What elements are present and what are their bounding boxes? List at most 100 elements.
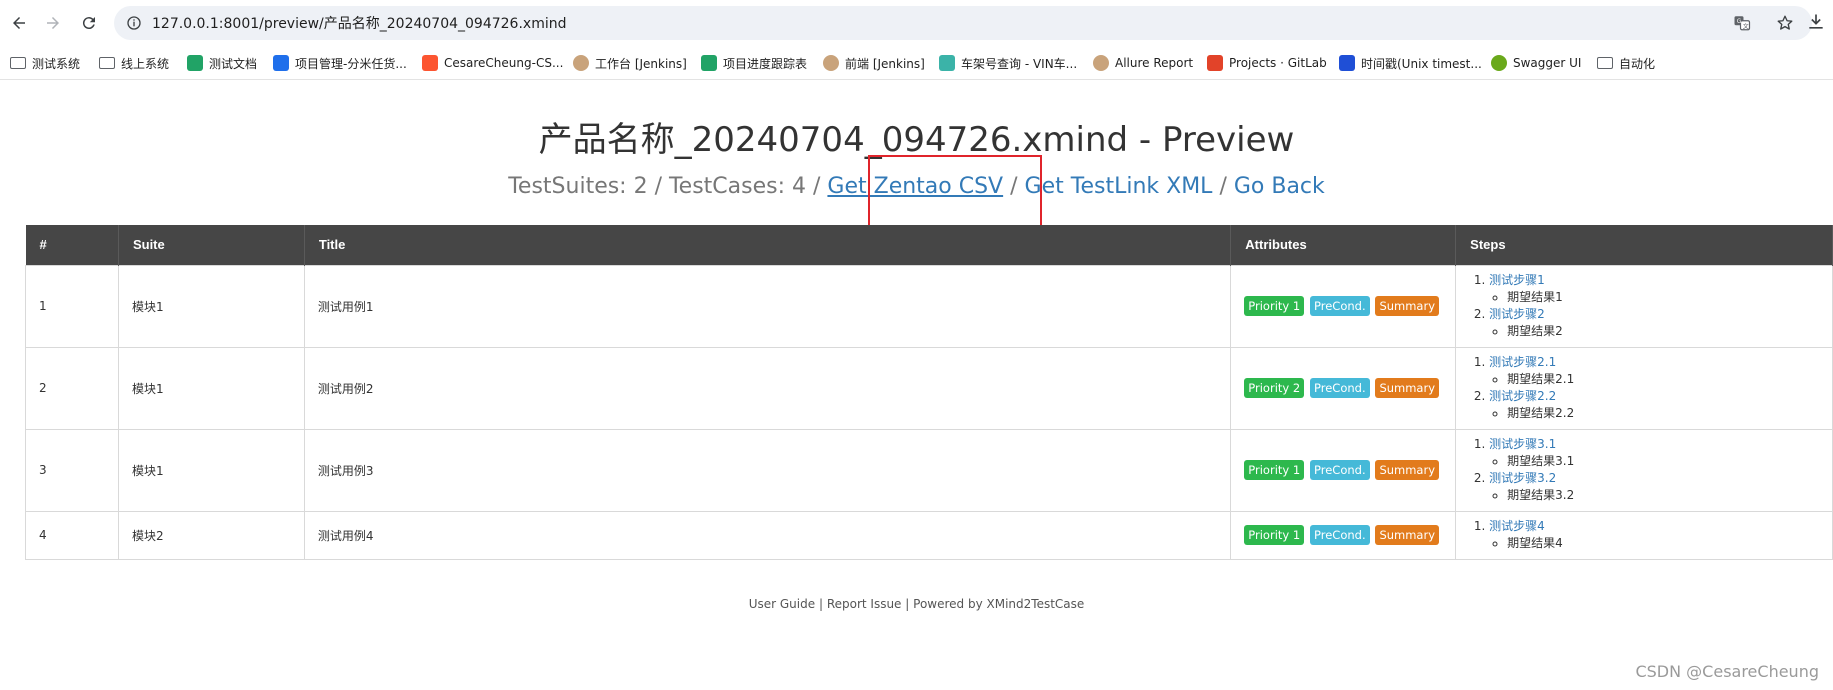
gitlab-icon [1207,55,1223,71]
expected-result: 期望结果2 [1507,323,1832,340]
bookmark-item[interactable]: 时间戳(Unix timest... [1339,54,1482,72]
bookmark-item[interactable]: 工作台 [Jenkins] [573,54,687,72]
expected-result: 期望结果3.2 [1507,487,1832,504]
footer-separator: | [905,597,910,611]
jenkins-icon [573,55,589,71]
download-icon[interactable] [1806,12,1826,32]
bookmark-item[interactable]: 项目进度跟踪表 [701,54,807,72]
bookmark-item[interactable]: 车架号查询 - VIN车... [939,54,1077,72]
bookmark-item[interactable]: 线上系统 [99,54,169,72]
column-header: # [25,225,119,265]
case-suite: 模块2 [117,510,305,560]
swagger-icon [1491,55,1507,71]
case-title: 测试用例2 [303,346,1232,430]
case-attributes: Priority 1 PreCond. Summary [1230,510,1457,560]
footer-separator: | [818,597,823,611]
case-attributes: Priority 1 PreCond. Summary [1230,264,1457,348]
arrow-right-icon [47,17,59,29]
case-suite: 模块1 [117,428,305,512]
column-header: Suite [118,225,305,265]
bookmark-item[interactable]: Projects · GitLab [1207,54,1327,72]
expected-result: 期望结果4 [1507,535,1832,552]
testcase-table: # Suite Title Attributes Steps 1 模块1 测试用… [25,225,1833,560]
case-title: 测试用例4 [303,510,1232,560]
summary-badge[interactable]: Summary [1375,296,1440,316]
case-suite: 模块1 [117,346,305,430]
case-suite: 模块1 [117,264,305,348]
reload-button[interactable] [76,10,102,36]
table-row: 1 模块1 测试用例1 Priority 1 PreCond. Summary … [25,264,1833,348]
sheet-icon [187,55,203,71]
url-text[interactable]: 127.0.0.1:8001/preview/产品名称_20240704_094… [152,13,566,33]
bookmark-item[interactable]: 项目管理-分米任货... [273,54,407,72]
csdn-icon [422,55,438,71]
expected-result: 期望结果1 [1507,289,1832,306]
task-icon [273,55,289,71]
svg-text:文: 文 [1743,22,1749,30]
unix-icon [1339,55,1355,71]
vin-icon [939,55,955,71]
summary-badge[interactable]: Summary [1375,525,1440,545]
bookmarks-bar: 测试系统 线上系统 测试文档 项目管理-分米任货... CesareCheung… [0,46,1833,80]
browser-toolbar: 127.0.0.1:8001/preview/产品名称_20240704_094… [0,0,1833,46]
expected-result: 期望结果3.1 [1507,453,1832,470]
step-text: 测试步骤2 [1489,307,1545,321]
summary-badge[interactable]: Summary [1375,460,1440,480]
translate-icon[interactable]: G文 [1733,14,1751,32]
powered-by-link[interactable]: Powered by XMind2TestCase [913,597,1084,611]
get-testlink-xml-link[interactable]: Get TestLink XML [1025,174,1213,199]
summary-badge[interactable]: Summary [1375,378,1440,398]
folder-icon [99,57,115,69]
precond-badge[interactable]: PreCond. [1310,378,1370,398]
case-number: 3 [25,428,119,512]
stats-text: TestSuites: 2 / TestCases: 4 / [508,174,821,199]
go-back-link[interactable]: Go Back [1234,174,1325,199]
expected-result: 期望结果2.2 [1507,405,1832,422]
bookmark-item[interactable]: 自动化 [1597,54,1655,72]
case-steps: 测试步骤2.1 期望结果2.1 测试步骤2.2 期望结果2.2 [1455,346,1833,430]
step-text: 测试步骤3.2 [1489,471,1557,485]
column-header: Title [304,225,1232,265]
priority-badge: Priority 1 [1244,460,1305,480]
reload-icon [82,17,95,30]
folder-icon [10,57,26,69]
highlight-box [868,155,1042,228]
table-row: 2 模块1 测试用例2 Priority 2 PreCond. Summary … [25,346,1833,430]
case-title: 测试用例3 [303,428,1232,512]
report-issue-link[interactable]: Report Issue [827,597,902,611]
bookmark-item[interactable]: CesareCheung-CS... [422,54,563,72]
case-number: 1 [25,264,119,348]
bookmark-item[interactable]: 测试文档 [187,54,257,72]
table-row: 4 模块2 测试用例4 Priority 1 PreCond. Summary … [25,510,1833,560]
page-title: 产品名称_20240704_094726.xmind - Preview [538,120,1295,160]
bookmark-item[interactable]: 测试系统 [10,54,80,72]
user-guide-link[interactable]: User Guide [749,597,815,611]
precond-badge[interactable]: PreCond. [1310,296,1370,316]
step-text: 测试步骤1 [1489,273,1545,287]
case-steps: 测试步骤1 期望结果1 测试步骤2 期望结果2 [1455,264,1833,348]
case-steps: 测试步骤3.1 期望结果3.1 测试步骤3.2 期望结果3.2 [1455,428,1833,512]
priority-badge: Priority 2 [1244,378,1305,398]
precond-badge[interactable]: PreCond. [1310,460,1370,480]
svg-text:G: G [1737,18,1742,25]
jenkins-icon [1093,55,1109,71]
priority-badge: Priority 1 [1244,296,1305,316]
back-button[interactable] [6,10,32,36]
bookmark-item[interactable]: Swagger UI [1491,54,1581,72]
bookmark-item[interactable]: Allure Report [1093,54,1193,72]
table-row: 3 模块1 测试用例3 Priority 1 PreCond. Summary … [25,428,1833,512]
column-header: Attributes [1230,225,1457,265]
case-title: 测试用例1 [303,264,1232,348]
step-text: 测试步骤4 [1489,519,1545,533]
bookmark-star-icon[interactable] [1776,14,1794,32]
site-info-icon[interactable] [126,15,142,31]
address-bar[interactable]: 127.0.0.1:8001/preview/产品名称_20240704_094… [114,6,1812,40]
forward-button[interactable] [40,10,66,36]
case-steps: 测试步骤4 期望结果4 [1455,510,1833,560]
bookmark-item[interactable]: 前端 [Jenkins] [823,54,925,72]
case-number: 4 [25,510,119,560]
arrow-left-icon [13,17,25,29]
jenkins-icon [823,55,839,71]
folder-icon [1597,57,1613,69]
precond-badge[interactable]: PreCond. [1310,525,1370,545]
